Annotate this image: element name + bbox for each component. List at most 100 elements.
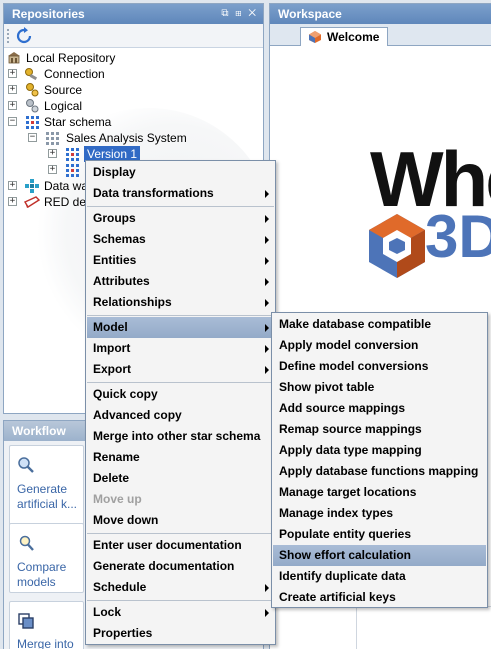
submenu-item-identify-duplicate-data[interactable]: Identify duplicate data	[273, 566, 486, 587]
submenu-item-show-pivot-table[interactable]: Show pivot table	[273, 377, 486, 398]
welcome-icon	[309, 31, 321, 43]
panel-window-controls-icon[interactable]: ⧉ ⊞ ✕	[221, 4, 258, 24]
version-icon	[66, 148, 79, 161]
menu-item-label: Move up	[93, 492, 142, 506]
menu-separator	[87, 206, 274, 207]
submenu-item-label: Create artificial keys	[279, 590, 396, 604]
menu-item-delete[interactable]: Delete	[87, 468, 274, 489]
submenu-arrow-icon	[265, 236, 269, 244]
collapse-icon[interactable]: −	[28, 133, 37, 142]
submenu-arrow-icon	[265, 215, 269, 223]
menu-item-advanced-copy[interactable]: Advanced copy	[87, 405, 274, 426]
menu-item-enter-user-documentation[interactable]: Enter user documentation	[87, 535, 274, 556]
tab-welcome[interactable]: Welcome	[300, 27, 389, 47]
menu-separator	[87, 533, 274, 534]
menu-item-relationships[interactable]: Relationships	[87, 292, 274, 313]
menu-item-schedule[interactable]: Schedule	[87, 577, 274, 598]
merge-into-button[interactable]: Merge into	[9, 601, 84, 649]
submenu-item-populate-entity-queries[interactable]: Populate entity queries	[273, 524, 486, 545]
submenu-item-manage-index-types[interactable]: Manage index types	[273, 503, 486, 524]
expand-icon[interactable]: +	[8, 101, 17, 110]
menu-item-label: Generate documentation	[93, 559, 235, 573]
menu-item-export[interactable]: Export	[87, 359, 274, 380]
workspace-header: Workspace	[270, 4, 491, 24]
menu-item-model[interactable]: Model	[87, 317, 274, 338]
version-icon	[66, 164, 79, 177]
submenu-item-label: Manage target locations	[279, 485, 417, 499]
menu-item-groups[interactable]: Groups	[87, 208, 274, 229]
star-schema-icon	[26, 116, 39, 129]
submenu-item-create-artificial-keys[interactable]: Create artificial keys	[273, 587, 486, 608]
submenu-item-apply-data-type-mapping[interactable]: Apply data type mapping	[273, 440, 486, 461]
menu-item-label: Advanced copy	[93, 408, 182, 422]
expand-icon[interactable]: +	[48, 149, 57, 158]
menu-item-label: Groups	[93, 211, 136, 225]
menu-item-schemas[interactable]: Schemas	[87, 229, 274, 250]
tab-label: Welcome	[327, 30, 380, 44]
menu-item-properties[interactable]: Properties	[87, 623, 274, 644]
toolbar-grip	[7, 29, 9, 43]
refresh-icon[interactable]	[15, 27, 33, 45]
menu-item-import[interactable]: Import	[87, 338, 274, 359]
submenu-item-show-effort-calculation[interactable]: Show effort calculation	[273, 545, 486, 566]
collapse-icon[interactable]: −	[8, 117, 17, 126]
menu-separator	[87, 315, 274, 316]
logical-icon	[26, 99, 39, 113]
submenu-item-label: Apply database functions mapping	[279, 464, 479, 478]
submenu-item-label: Show pivot table	[279, 380, 375, 394]
menu-item-data-transformations[interactable]: Data transformations	[87, 183, 274, 204]
compare-models-button[interactable]: Compare models	[9, 523, 84, 593]
red-icon	[24, 196, 40, 208]
menu-item-merge-into-other-star-schema[interactable]: Merge into other star schema	[87, 426, 274, 447]
tree-node-label: Star schema	[44, 115, 112, 129]
expand-icon[interactable]: +	[8, 197, 17, 206]
submenu-arrow-icon	[265, 257, 269, 265]
menu-item-move-down[interactable]: Move down	[87, 510, 274, 531]
submenu-arrow-icon	[265, 366, 269, 374]
workflow-button-label: Compare models	[17, 560, 67, 589]
submenu-item-label: Identify duplicate data	[279, 569, 406, 583]
submenu-item-apply-database-functions-mapping[interactable]: Apply database functions mapping	[273, 461, 486, 482]
submenu-item-make-database-compatible[interactable]: Make database compatible	[273, 314, 486, 335]
tree-node-label: Data wa	[44, 179, 89, 193]
submenu-item-apply-model-conversion[interactable]: Apply model conversion	[273, 335, 486, 356]
magnifier-icon	[18, 457, 34, 473]
menu-separator	[87, 382, 274, 383]
workspace-tabstrip: Welcome	[270, 24, 491, 47]
submenu-item-define-model-conversions[interactable]: Define model conversions	[273, 356, 486, 377]
panel-title: Workflow	[12, 424, 66, 438]
menu-item-quick-copy[interactable]: Quick copy	[87, 384, 274, 405]
3d-logo-icon	[369, 214, 425, 278]
expand-icon[interactable]: +	[8, 85, 17, 94]
menu-item-display[interactable]: Display	[87, 162, 274, 183]
expand-icon[interactable]: +	[48, 165, 57, 174]
menu-item-generate-documentation[interactable]: Generate documentation	[87, 556, 274, 577]
connection-icon	[25, 68, 38, 81]
menu-item-label: Entities	[93, 253, 137, 267]
compare-icon	[19, 535, 34, 551]
data-warehouse-icon	[25, 179, 39, 193]
menu-item-entities[interactable]: Entities	[87, 250, 274, 271]
submenu-item-add-source-mappings[interactable]: Add source mappings	[273, 398, 486, 419]
submenu-arrow-icon	[265, 609, 269, 617]
submenu-item-manage-target-locations[interactable]: Manage target locations	[273, 482, 486, 503]
menu-item-rename[interactable]: Rename	[87, 447, 274, 468]
tree-node-label: Local Repository	[26, 51, 116, 65]
menu-item-label: Model	[93, 320, 128, 334]
submenu-item-remap-source-mappings[interactable]: Remap source mappings	[273, 419, 486, 440]
expand-icon[interactable]: +	[8, 69, 17, 78]
menu-item-attributes[interactable]: Attributes	[87, 271, 274, 292]
menu-item-label: Enter user documentation	[93, 538, 242, 552]
panel-title: Repositories	[12, 7, 85, 21]
expand-icon[interactable]: +	[8, 181, 17, 190]
menu-item-lock[interactable]: Lock	[87, 602, 274, 623]
submenu-arrow-icon	[265, 190, 269, 198]
context-menu: Display Data transformations Groups Schemas…	[85, 160, 276, 645]
submenu-item-label: Make database compatible	[279, 317, 432, 331]
tree-node-label: Connection	[44, 67, 105, 81]
submenu-item-label: Manage index types	[279, 506, 394, 520]
workflow-button-label: Generate artificial k...	[17, 482, 78, 511]
logo-text: 3D	[425, 203, 491, 270]
panel-title: Workspace	[278, 7, 342, 21]
menu-item-label: Schemas	[93, 232, 146, 246]
